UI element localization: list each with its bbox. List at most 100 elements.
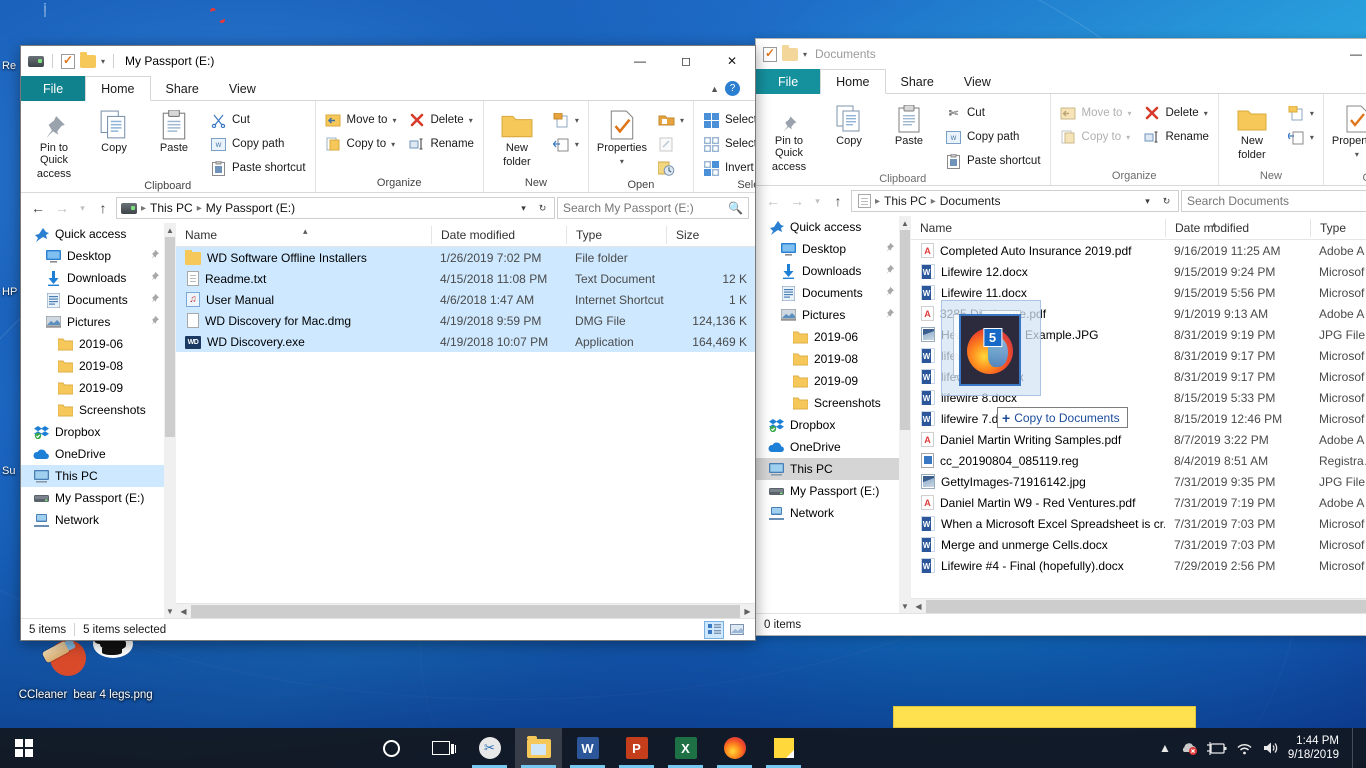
column-headers[interactable]: Name ▴ Date modified Type xyxy=(911,216,1366,240)
system-tray[interactable]: ▲ 1:44 PM 9/18/2019 xyxy=(1159,728,1366,768)
chevron-down-icon[interactable]: ▾ xyxy=(575,140,579,149)
sidebar-item-onedrive[interactable]: OneDrive xyxy=(21,443,176,465)
column-header-type[interactable]: Type xyxy=(566,225,666,244)
taskbar-item-snip[interactable] xyxy=(466,728,513,768)
properties-icon[interactable] xyxy=(61,53,75,69)
search-icon[interactable]: 🔍 xyxy=(728,201,743,215)
table-row[interactable]: WD Software Offline Installers 1/26/2019 … xyxy=(176,247,755,268)
show-hidden-icons-button[interactable]: ▲ xyxy=(1159,741,1171,755)
forward-button[interactable]: → xyxy=(51,197,73,219)
paste-shortcut-button[interactable]: Paste shortcut xyxy=(206,157,310,179)
sidebar-item-documents[interactable]: Documents xyxy=(21,289,176,311)
new-folder-button[interactable]: New folder xyxy=(1224,98,1280,161)
edit-button[interactable] xyxy=(654,133,688,155)
sidebar-item-quick-access[interactable]: Quick access xyxy=(21,223,176,245)
file-list-pane[interactable]: Name ▴ Date modified Type Completed Auto… xyxy=(911,216,1366,613)
file-rows[interactable]: WD Software Offline Installers 1/26/2019 … xyxy=(176,247,755,603)
sidebar-item-downloads[interactable]: Downloads xyxy=(756,260,911,282)
sidebar-item-downloads[interactable]: Downloads xyxy=(21,267,176,289)
taskbar-items[interactable]: W P X xyxy=(368,728,807,768)
breadcrumb-this-pc[interactable]: This PC xyxy=(150,201,193,215)
properties-button[interactable]: Properties ▾ xyxy=(594,105,650,168)
sidebar-item-2019-06[interactable]: 2019-06 xyxy=(756,326,911,348)
ribbon[interactable]: Pin to Quick access Copy Paste xyxy=(21,101,755,193)
help-button[interactable]: ▲ ? xyxy=(695,76,755,101)
sidebar-item-documents[interactable]: Documents xyxy=(756,282,911,304)
sidebar-item-quick-access[interactable]: Quick access xyxy=(756,216,911,238)
breadcrumb[interactable]: ▸ This PC ▸ My Passport (E:) ▾ ↻ xyxy=(116,197,555,219)
sidebar-item-desktop[interactable]: Desktop xyxy=(756,238,911,260)
table-row[interactable]: Daniel Martin W9 - Red Ventures.pdf 7/31/… xyxy=(911,492,1366,513)
pin-icon[interactable] xyxy=(884,264,895,278)
column-header-date-modified[interactable]: ▴ Date modified xyxy=(1165,218,1310,237)
table-row[interactable]: lifewire 8.docx 8/15/2019 5:33 PM Microsof… xyxy=(911,387,1366,408)
pin-icon[interactable] xyxy=(884,286,895,300)
tab-share[interactable]: Share xyxy=(151,76,214,101)
table-row[interactable]: Heading Article Example.JPG 8/31/2019 9:1… xyxy=(911,324,1366,345)
onedrive-error-icon[interactable] xyxy=(1180,741,1198,755)
sidebar-item-2019-09[interactable]: 2019-09 xyxy=(756,370,911,392)
refresh-button[interactable]: ↻ xyxy=(1159,190,1174,212)
refresh-button[interactable]: ↻ xyxy=(535,197,550,219)
open-with-button[interactable]: ▾ xyxy=(654,109,688,131)
sidebar-item-network[interactable]: Network xyxy=(21,509,176,531)
copy-path-button[interactable]: W Copy path xyxy=(941,126,1045,148)
sidebar-item-pictures[interactable]: Pictures xyxy=(21,311,176,333)
chevron-down-icon[interactable]: ▾ xyxy=(392,116,396,125)
properties-icon[interactable] xyxy=(763,46,777,62)
sidebar-item-network[interactable]: Network xyxy=(756,502,911,524)
pin-icon[interactable] xyxy=(149,315,160,329)
sidebar-item-desktop[interactable]: Desktop xyxy=(21,245,176,267)
horizontal-scrollbar[interactable]: ◀ xyxy=(911,598,1366,613)
chevron-down-icon[interactable]: ▾ xyxy=(680,116,684,125)
sidebar-item-pictures[interactable]: Pictures xyxy=(756,304,911,326)
sidebar-item-my-passport-e[interactable]: My Passport (E:) xyxy=(21,487,176,509)
scroll-up-icon[interactable]: ▲ xyxy=(899,216,911,230)
volume-icon[interactable] xyxy=(1262,741,1279,755)
taskbar[interactable]: W P X ▲ 1:44 PM 9/18/2019 xyxy=(0,728,1366,768)
taskbar-item-powerpoint[interactable]: P xyxy=(613,728,660,768)
pin-to-quick-access-button[interactable]: Pin to Quick access xyxy=(26,105,82,180)
sticky-note-window[interactable] xyxy=(893,706,1196,728)
minimize-button[interactable]: — xyxy=(617,46,663,76)
scrollbar-thumb[interactable] xyxy=(191,604,740,618)
column-header-name[interactable]: ▴ Name xyxy=(176,226,431,244)
table-row[interactable]: Completed Auto Insurance 2019.pdf 9/16/20… xyxy=(911,240,1366,261)
copy-button[interactable]: Copy xyxy=(821,98,877,147)
sidebar-item-2019-08[interactable]: 2019-08 xyxy=(756,348,911,370)
table-row[interactable]: Readme.txt 4/15/2018 11:08 PM Text Documen… xyxy=(176,268,755,289)
easy-access-button[interactable]: ▾ xyxy=(549,133,583,155)
new-folder-button[interactable]: New folder xyxy=(489,105,545,168)
sidebar-item-screenshots[interactable]: Screenshots xyxy=(756,392,911,414)
table-row[interactable]: lifewire 10.docx 8/31/2019 9:17 PM Microso… xyxy=(911,366,1366,387)
column-header-type[interactable]: Type xyxy=(1310,218,1366,237)
pin-to-quick-access-button[interactable]: Pin to Quick access xyxy=(761,98,817,173)
nav-scrollbar[interactable]: ▲ ▼ xyxy=(899,216,911,613)
ribbon-tabs[interactable]: File Home Share View xyxy=(756,69,1366,94)
table-row[interactable]: Lifewire 12.docx 9/15/2019 9:24 PM Microso… xyxy=(911,261,1366,282)
move-to-button[interactable]: Move to ▾ xyxy=(321,109,401,131)
chevron-down-icon[interactable]: ▾ xyxy=(1204,109,1208,118)
chevron-down-icon[interactable]: ▾ xyxy=(575,116,579,125)
select-all-button[interactable]: Select all xyxy=(699,109,755,131)
table-row[interactable]: lifewire 9.docx 8/31/2019 9:17 PM Microsof… xyxy=(911,345,1366,366)
tab-view[interactable]: View xyxy=(949,69,1006,94)
delete-button[interactable]: Delete ▾ xyxy=(404,109,477,131)
scroll-down-icon[interactable]: ▼ xyxy=(164,604,176,618)
forward-button[interactable]: → xyxy=(786,190,808,212)
pin-icon[interactable] xyxy=(884,242,895,256)
column-header-name[interactable]: Name xyxy=(911,219,1165,237)
column-header-date-modified[interactable]: Date modified xyxy=(431,225,566,244)
breadcrumb-documents[interactable]: Documents xyxy=(940,194,1001,208)
sidebar-item-my-passport-e[interactable]: My Passport (E:) xyxy=(756,480,911,502)
invert-selection-button[interactable]: Invert selection xyxy=(699,157,755,179)
explorer-window-my-passport[interactable]: ▾ My Passport (E:) — ◻ ✕ File Home Share… xyxy=(20,45,756,641)
sidebar-item-this-pc[interactable]: This PC xyxy=(21,465,176,487)
title-bar[interactable]: ▾ Documents — xyxy=(756,39,1366,69)
scroll-right-icon[interactable]: ▶ xyxy=(740,607,755,616)
table-row[interactable]: Lifewire 11.docx 9/15/2019 5:56 PM Microso… xyxy=(911,282,1366,303)
table-row[interactable]: lifewire 7.docx8/15/2019 12:46 PMMicroso… xyxy=(911,408,1366,429)
table-row[interactable]: When a Microsoft Excel Spreadsheet is cr… xyxy=(911,513,1366,534)
tab-home[interactable]: Home xyxy=(85,76,151,101)
sidebar-item-this-pc[interactable]: This PC xyxy=(756,458,911,480)
